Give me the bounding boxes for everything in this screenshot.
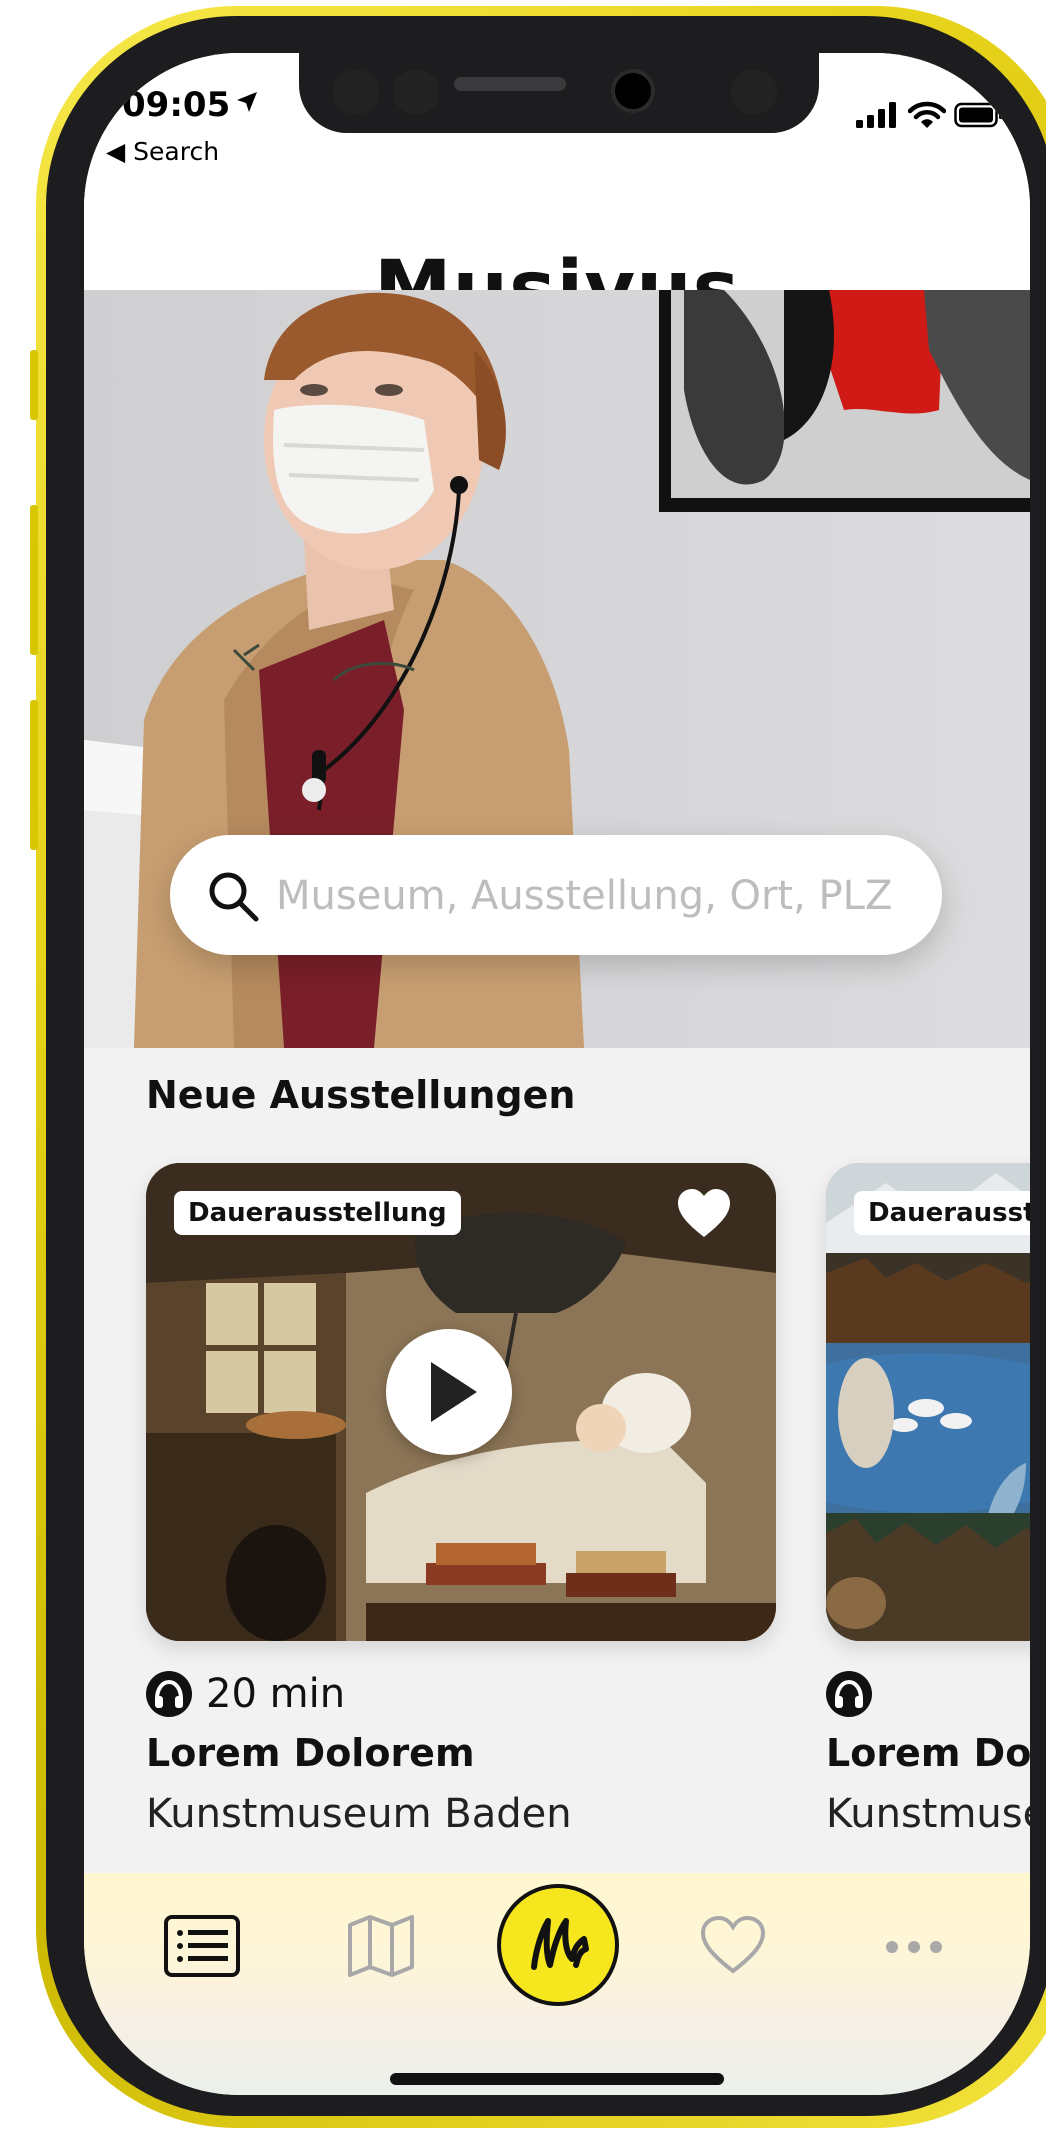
headphones-icon	[146, 1671, 192, 1717]
exhibition-title[interactable]: Lorem Dolorem	[146, 1731, 475, 1775]
location-arrow-icon	[237, 92, 257, 112]
exhibition-venue: Kunstmuseum Baden	[826, 1791, 1030, 1837]
exhibition-card[interactable]: Dauerausstellung Lorem Dolorem Kunstmuse…	[826, 1163, 1030, 1837]
more-icon[interactable]	[884, 1939, 944, 1955]
notch-sensor	[333, 69, 379, 115]
card-image[interactable]: Dauerausstellung	[146, 1163, 776, 1641]
cellular-signal-icon	[856, 102, 896, 128]
status-icons	[856, 101, 1004, 129]
play-icon	[431, 1362, 477, 1422]
phone-screen: 09:05 ◀ Search Museum, Ausstellung, Ort,…	[84, 53, 1030, 2095]
exhibition-title[interactable]: Lorem Dolorem	[826, 1731, 1030, 1775]
audio-duration: 20 min	[146, 1671, 345, 1717]
section-title: Neue Ausstellungen	[146, 1073, 576, 1117]
map-icon[interactable]	[348, 1915, 414, 1977]
wifi-icon	[908, 101, 946, 128]
card-image[interactable]: Dauerausstellung	[826, 1163, 1030, 1641]
exhibition-type-tag: Dauerausstellung	[174, 1191, 461, 1235]
status-time: 09:05	[122, 85, 231, 125]
heart-icon[interactable]	[700, 1915, 766, 1975]
side-button	[30, 350, 38, 420]
notch-sensor	[731, 69, 777, 115]
favorite-heart-icon[interactable]	[676, 1187, 732, 1239]
play-button[interactable]	[386, 1329, 512, 1455]
headphones-icon	[826, 1671, 872, 1717]
volume-up-button	[30, 505, 38, 655]
battery-icon	[954, 102, 1003, 128]
list-icon[interactable]	[164, 1915, 240, 1977]
tab-bar	[84, 1873, 1030, 2095]
exhibition-venue: Kunstmuseum Baden	[146, 1791, 572, 1837]
exhibition-type-tag: Dauerausstellung	[854, 1191, 1030, 1235]
front-camera	[611, 69, 655, 113]
hero-image	[84, 290, 1030, 1048]
search-bar[interactable]	[170, 835, 942, 957]
phone-notch	[299, 53, 819, 133]
audio-duration	[826, 1671, 886, 1717]
search-input[interactable]	[274, 835, 918, 957]
volume-down-button	[30, 700, 38, 850]
musivus-logo-icon[interactable]	[496, 1883, 620, 2007]
search-icon	[209, 872, 259, 922]
notch-speaker	[454, 77, 566, 91]
notch-sensor	[393, 69, 439, 115]
exhibition-card[interactable]: Dauerausstellung 20 min Lorem Dolorem Ku…	[146, 1163, 776, 1837]
home-indicator[interactable]	[390, 2073, 724, 2085]
back-to-search-link[interactable]: ◀ Search	[106, 137, 219, 166]
duration-text: 20 min	[206, 1671, 346, 1717]
